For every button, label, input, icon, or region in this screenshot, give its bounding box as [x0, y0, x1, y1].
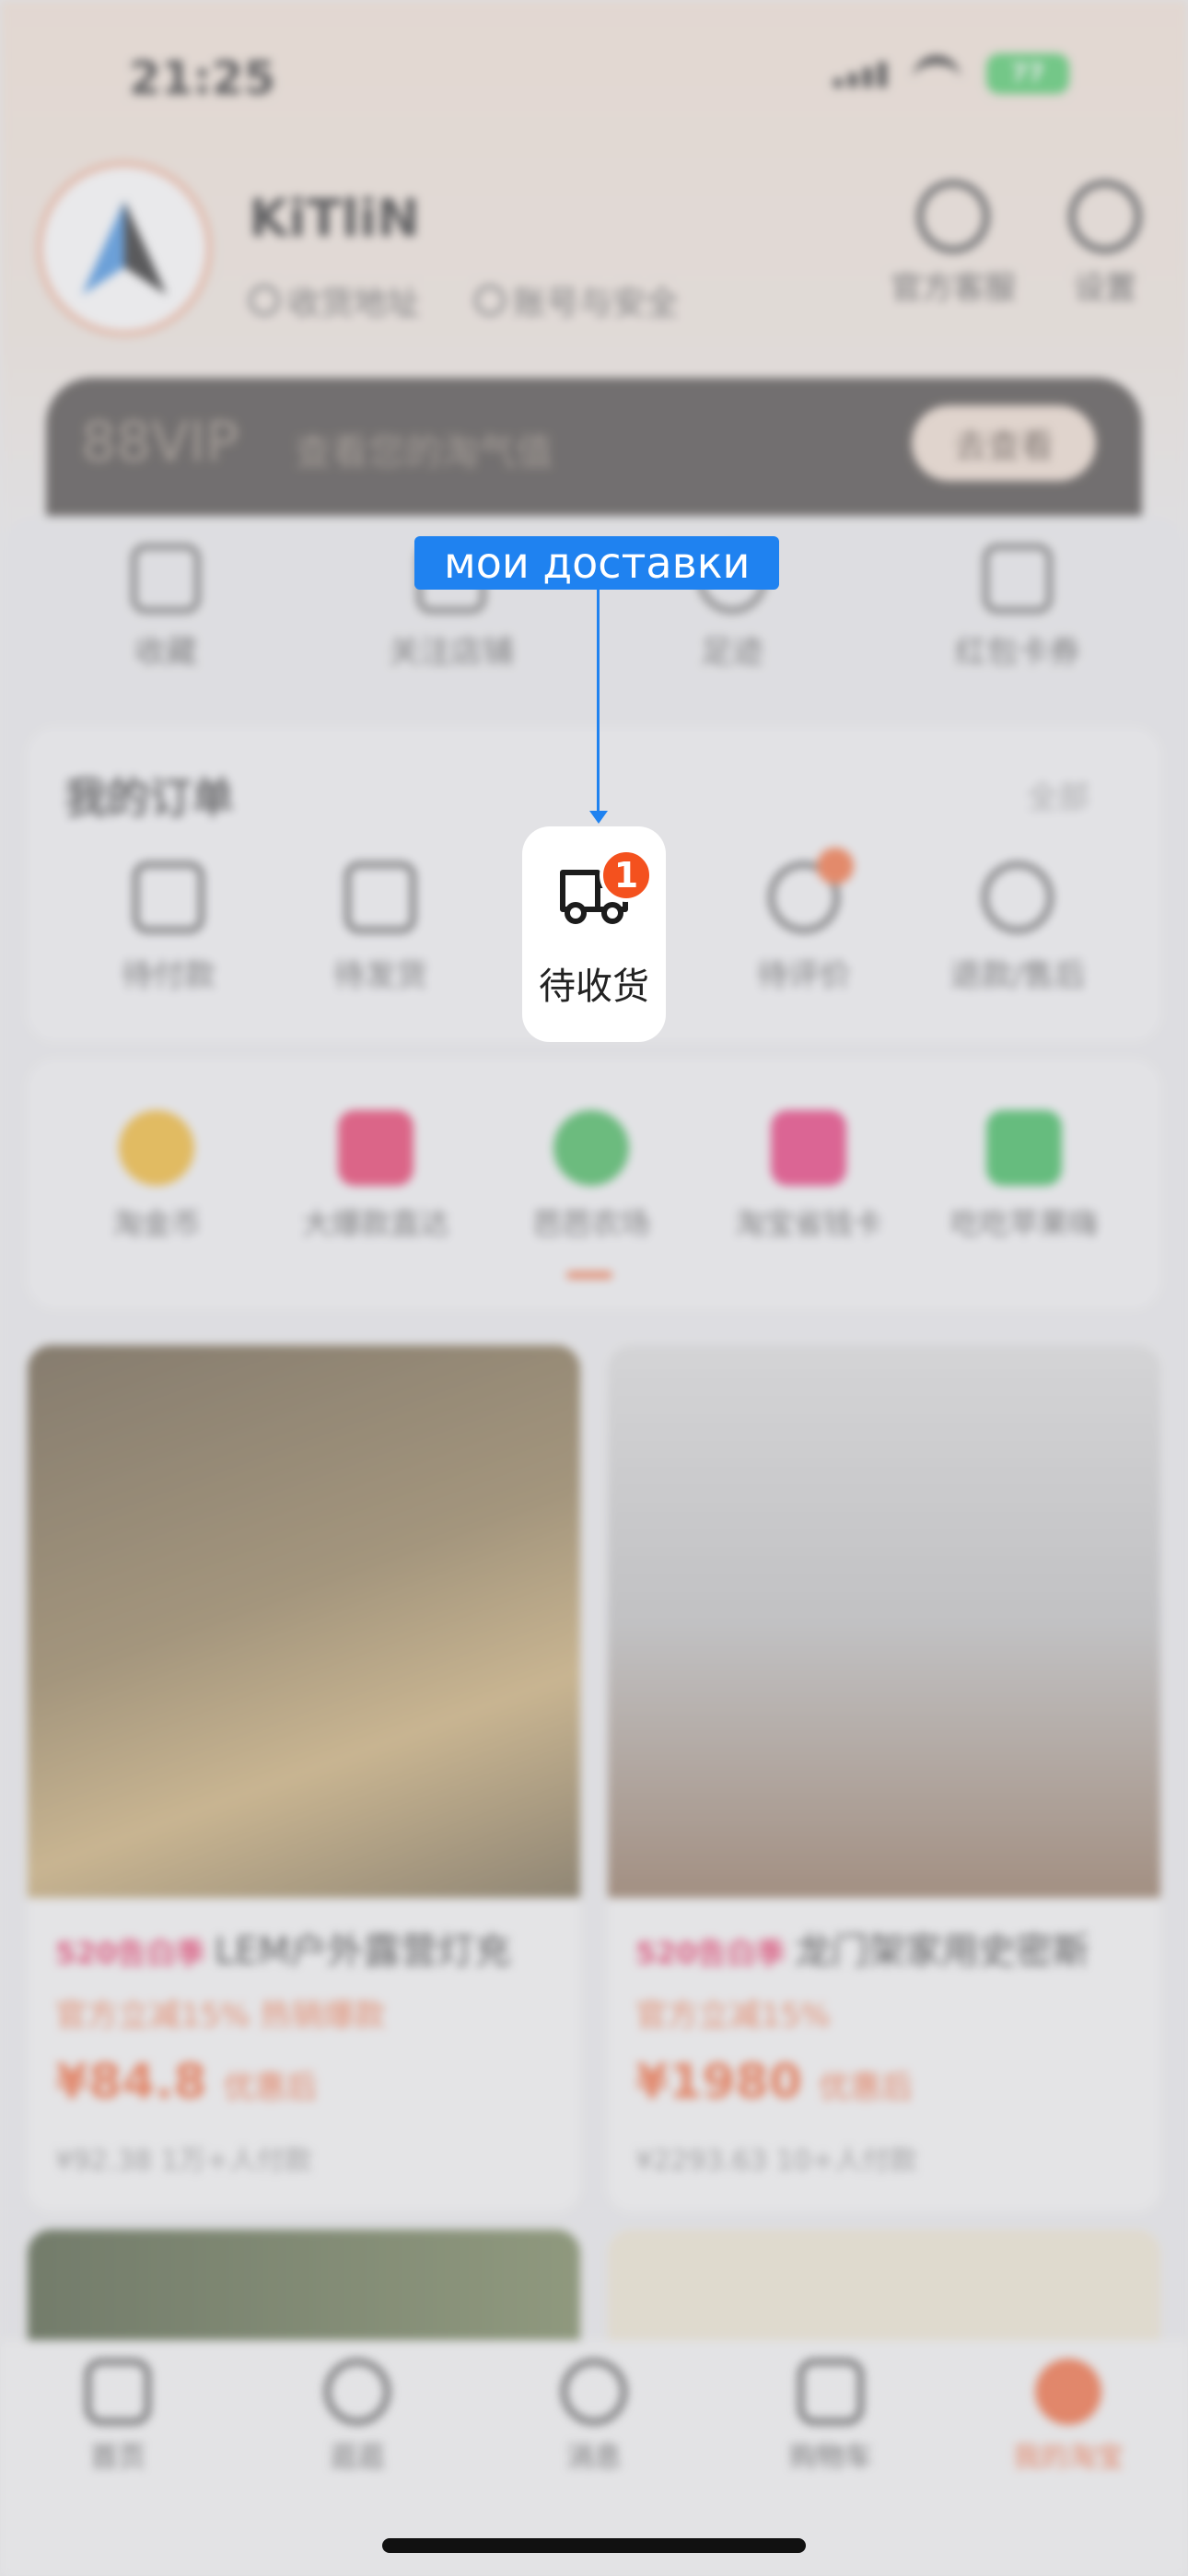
home-indicator	[382, 2538, 806, 2553]
overlay-dim	[0, 0, 1188, 2576]
annotation-arrow-line	[597, 590, 600, 815]
annotation-callout: мои доставки	[414, 536, 780, 590]
pending-receipt-label: 待收货	[539, 966, 649, 1008]
annotation-arrow-head	[589, 811, 608, 824]
delivery-count-badge: 1	[600, 849, 653, 902]
